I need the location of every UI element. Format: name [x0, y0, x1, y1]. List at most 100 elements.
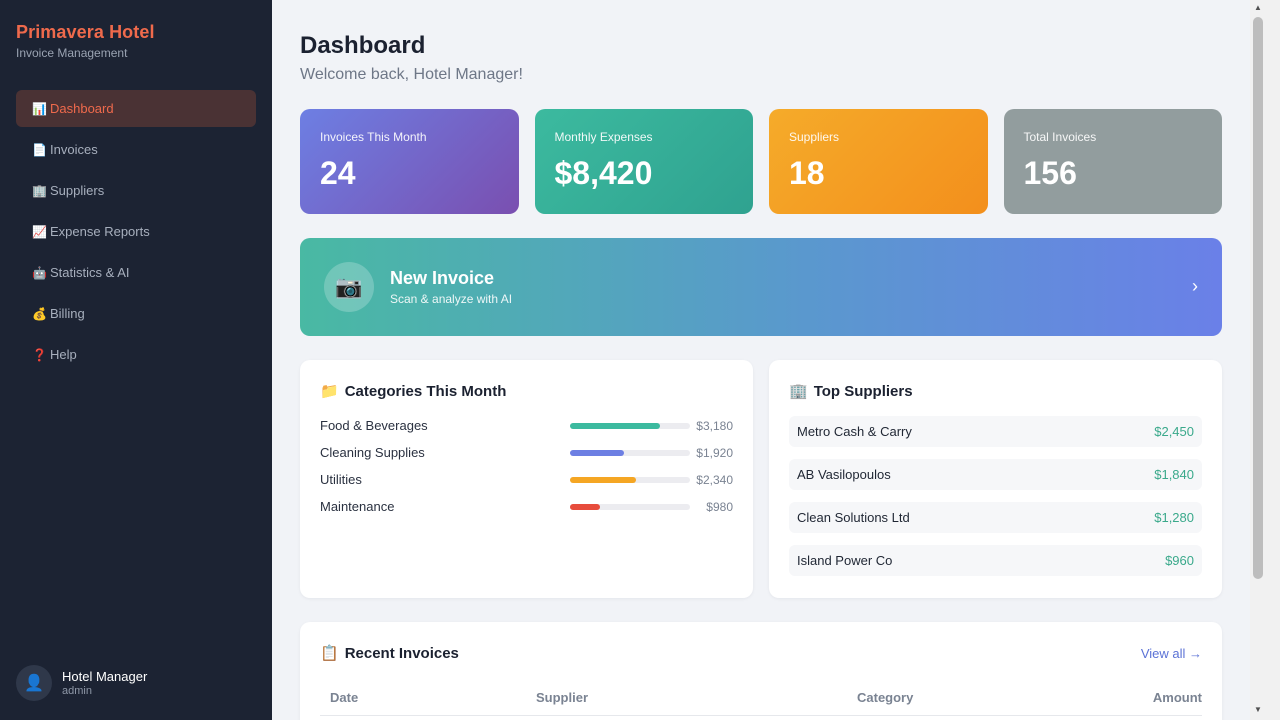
sidebar: Primavera Hotel Invoice Management 📊 Das…	[0, 0, 272, 720]
sidebar-item-expense-reports[interactable]: 📈 Expense Reports	[16, 213, 256, 250]
user-profile[interactable]: 👤 Hotel Manager admin	[16, 665, 147, 701]
stat-card-total-invoices: Total Invoices 156	[1003, 109, 1222, 214]
supplier-amount: $960	[1165, 553, 1194, 568]
sidebar-item-label: Billing	[50, 306, 85, 321]
sidebar-item-label: Expense Reports	[50, 224, 150, 239]
card-title: 🏢 Top Suppliers	[789, 382, 1202, 401]
sidebar-item-statistics-ai[interactable]: 🤖 Statistics & AI	[16, 254, 256, 291]
stat-value: $8,420	[554, 155, 653, 191]
recent-invoices-card: 📋 Recent Invoices View all → Date Suppli…	[300, 622, 1222, 720]
sidebar-item-suppliers[interactable]: 🏢 Suppliers	[16, 172, 256, 209]
sidebar-item-label: Dashboard	[50, 101, 114, 116]
category-row: Utilities $2,340	[320, 466, 733, 493]
folder-icon: 📁	[320, 383, 339, 400]
column-header-date[interactable]: Date	[330, 690, 358, 705]
question-icon: ❓	[32, 347, 47, 362]
supplier-name: Island Power Co	[797, 553, 893, 568]
top-suppliers-card: 🏢 Top Suppliers Metro Cash & Carry $2,45…	[769, 360, 1222, 598]
supplier-list: Metro Cash & Carry $2,450 AB Vasilopoulo…	[789, 416, 1202, 576]
category-name: Cleaning Supplies	[320, 445, 425, 460]
card-title-text: Top Suppliers	[813, 382, 913, 400]
category-row: Maintenance $980	[320, 493, 733, 520]
dashboard-icon: 📊	[32, 101, 47, 116]
category-amount: $1,920	[696, 445, 733, 460]
scroll-down-arrow-icon[interactable]: ▼	[1254, 705, 1262, 714]
stat-card-suppliers: Suppliers 18	[769, 109, 988, 214]
building-icon: 🏢	[789, 383, 808, 400]
category-bar	[570, 476, 690, 483]
main-content: Dashboard Welcome back, Hotel Manager! I…	[272, 0, 1250, 720]
avatar: 👤	[16, 665, 52, 701]
supplier-row[interactable]: Clean Solutions Ltd $1,280	[789, 502, 1202, 533]
sidebar-item-help[interactable]: ❓ Help	[16, 336, 256, 373]
category-row: Food & Beverages $3,180	[320, 412, 733, 439]
sidebar-item-label: Statistics & AI	[50, 265, 130, 280]
supplier-amount: $1,280	[1154, 510, 1194, 525]
chart-up-icon: 📈	[32, 224, 47, 239]
column-header-supplier[interactable]: Supplier	[536, 690, 588, 705]
robot-icon: 🤖	[32, 265, 47, 280]
banner-subtitle: Scan & analyze with AI	[390, 292, 513, 306]
sidebar-item-billing[interactable]: 💰 Billing	[16, 295, 256, 332]
supplier-row[interactable]: AB Vasilopoulos $1,840	[789, 459, 1202, 490]
category-name: Maintenance	[320, 499, 395, 514]
category-bar	[570, 503, 690, 510]
column-header-category[interactable]: Category	[857, 690, 913, 705]
card-title: 📋 Recent Invoices	[320, 644, 1202, 663]
sidebar-item-dashboard[interactable]: 📊 Dashboard	[16, 90, 256, 127]
stat-value: 156	[1023, 155, 1077, 191]
category-name: Food & Beverages	[320, 418, 428, 433]
stat-value: 18	[789, 155, 825, 191]
supplier-amount: $1,840	[1154, 467, 1194, 482]
categories-card: 📁 Categories This Month Food & Beverages…	[300, 360, 753, 598]
stats-row: Invoices This Month 24 Monthly Expenses …	[300, 109, 1222, 214]
category-amount: $3,180	[696, 418, 733, 433]
view-all-link[interactable]: View all →	[1141, 646, 1202, 661]
sidebar-item-invoices[interactable]: 📄 Invoices	[16, 131, 256, 168]
page-title: Dashboard	[300, 32, 426, 59]
category-bar	[570, 449, 690, 456]
category-bar-fill	[570, 449, 624, 456]
card-title: 📁 Categories This Month	[320, 382, 733, 401]
new-invoice-banner[interactable]: 📷 New Invoice Scan & analyze with AI ›	[300, 238, 1222, 336]
scrollbar-thumb[interactable]	[1253, 17, 1263, 579]
camera-icon: 📷	[324, 262, 374, 312]
supplier-amount: $2,450	[1154, 424, 1194, 439]
supplier-name: AB Vasilopoulos	[797, 467, 891, 482]
user-name: Hotel Manager	[62, 669, 148, 684]
stat-value: 24	[320, 155, 356, 191]
banner-title: New Invoice	[390, 268, 495, 288]
scroll-up-arrow-icon[interactable]: ▲	[1254, 3, 1262, 12]
supplier-row[interactable]: Island Power Co $960	[789, 545, 1202, 576]
stat-label: Monthly Expenses	[554, 130, 653, 144]
card-title-text: Recent Invoices	[344, 644, 459, 662]
category-amount: $980	[706, 499, 733, 514]
category-amount: $2,340	[696, 472, 733, 487]
sidebar-item-label: Help	[50, 347, 77, 362]
stat-label: Suppliers	[789, 130, 840, 144]
category-bar-fill	[570, 476, 636, 483]
user-role: admin	[62, 685, 92, 697]
category-row: Cleaning Supplies $1,920	[320, 439, 733, 466]
document-icon: 📄	[32, 142, 47, 157]
stat-label: Total Invoices	[1023, 130, 1097, 144]
building-icon: 🏢	[32, 183, 47, 198]
card-title-text: Categories This Month	[344, 382, 507, 400]
supplier-name: Metro Cash & Carry	[797, 424, 912, 439]
clipboard-icon: 📋	[320, 645, 339, 662]
chevron-right-icon: ›	[1192, 276, 1198, 296]
brand: Primavera Hotel Invoice Management	[16, 22, 155, 60]
column-header-amount[interactable]: Amount	[1153, 690, 1202, 705]
sidebar-item-label: Suppliers	[50, 183, 105, 198]
recent-invoices-table-header: Date Supplier Category Amount	[320, 686, 1202, 716]
stat-label: Invoices This Month	[320, 130, 427, 144]
sidebar-nav: 📊 Dashboard 📄 Invoices 🏢 Suppliers 📈 Exp…	[16, 90, 256, 377]
category-bar-fill	[570, 422, 660, 429]
money-bag-icon: 💰	[32, 306, 47, 321]
supplier-row[interactable]: Metro Cash & Carry $2,450	[789, 416, 1202, 447]
brand-subtitle: Invoice Management	[16, 46, 128, 60]
category-name: Utilities	[320, 472, 362, 487]
category-bar	[570, 422, 690, 429]
brand-title: Primavera Hotel	[16, 22, 155, 42]
supplier-name: Clean Solutions Ltd	[797, 510, 910, 525]
